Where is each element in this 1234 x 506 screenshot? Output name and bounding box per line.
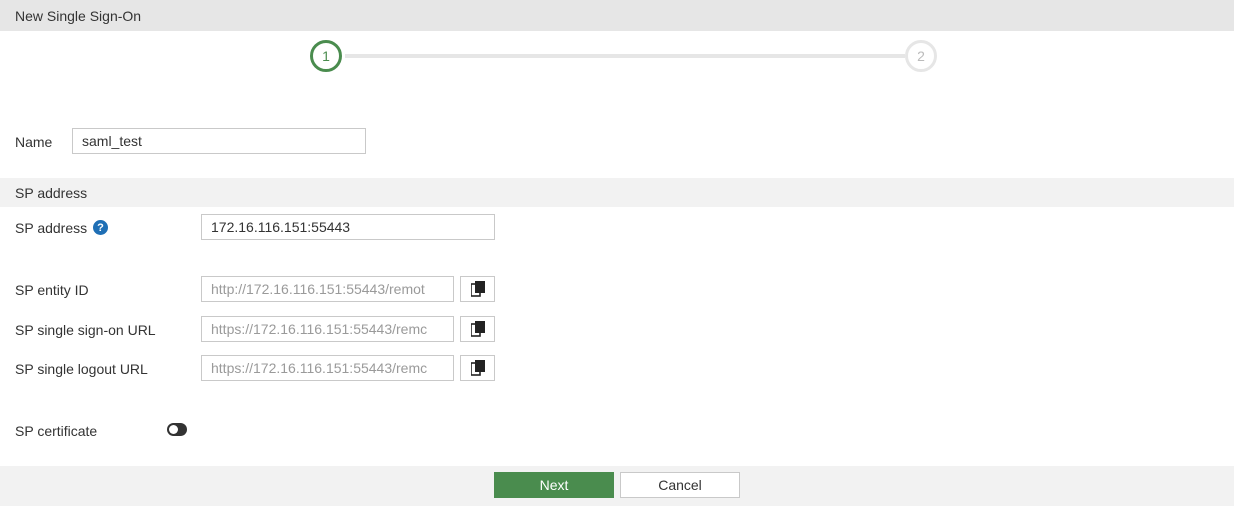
sp-certificate-label: SP certificate (15, 423, 98, 439)
copy-entity-id-button[interactable] (460, 276, 495, 302)
sp-entity-id-field[interactable]: http://172.16.116.151:55443/remot (201, 276, 454, 302)
stepper-progress-line (345, 54, 905, 58)
sp-slo-url-label: SP single logout URL (15, 361, 148, 377)
next-button[interactable]: Next (494, 472, 614, 498)
name-label: Name (15, 134, 53, 150)
sp-entity-id-label: SP entity ID (15, 282, 89, 298)
sp-address-section-header: SP address (0, 178, 1234, 207)
copy-slo-url-button[interactable] (460, 355, 495, 381)
copy-icon (470, 321, 485, 337)
sp-certificate-toggle[interactable] (167, 423, 187, 436)
help-icon[interactable]: ? (93, 220, 108, 235)
toggle-knob (169, 425, 178, 434)
window-title: New Single Sign-On (0, 0, 1234, 31)
copy-icon (470, 281, 485, 297)
name-input[interactable] (72, 128, 366, 154)
copy-icon (470, 360, 485, 376)
sp-address-label: SP address (15, 220, 88, 236)
cancel-button[interactable]: Cancel (620, 472, 740, 498)
footer-bar: Next Cancel (0, 466, 1234, 506)
sp-address-input[interactable] (201, 214, 495, 240)
copy-sso-url-button[interactable] (460, 316, 495, 342)
sp-sso-url-label: SP single sign-on URL (15, 322, 156, 338)
step-2-indicator: 2 (905, 40, 937, 72)
sp-slo-url-field[interactable]: https://172.16.116.151:55443/remc (201, 355, 454, 381)
sp-sso-url-field[interactable]: https://172.16.116.151:55443/remc (201, 316, 454, 342)
step-1-indicator: 1 (310, 40, 342, 72)
